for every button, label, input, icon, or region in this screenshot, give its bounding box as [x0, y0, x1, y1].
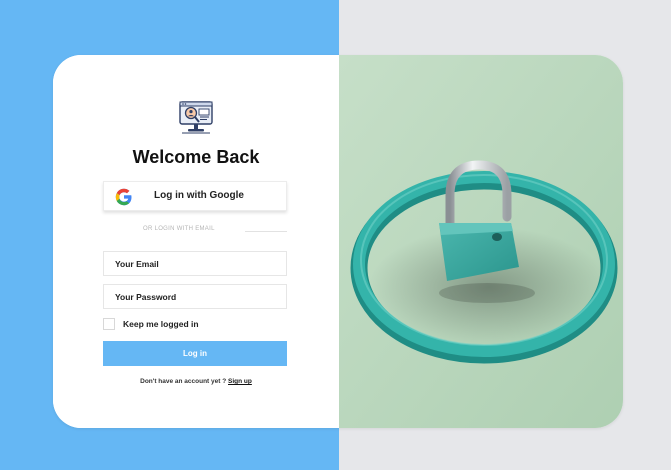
password-input[interactable] [103, 284, 287, 309]
remember-me[interactable]: Keep me logged in [103, 317, 287, 333]
login-card: Welcome Back Log in with Google OR LOGIN… [53, 55, 623, 428]
remember-me-checkbox[interactable] [103, 318, 115, 330]
remember-me-label: Keep me logged in [123, 319, 199, 329]
divider-text: OR LOGIN WITH EMAIL [143, 226, 215, 232]
login-button[interactable]: Log in [103, 341, 287, 366]
google-g-icon [114, 187, 134, 207]
monitor-search-icon [177, 100, 215, 136]
signup-prompt-line: Don't have an account yet ? Sign up [53, 378, 339, 385]
signup-prompt: Don't have an account yet ? [140, 378, 229, 385]
email-login-divider: OR LOGIN WITH EMAIL [103, 226, 287, 238]
google-login-label: Log in with Google [154, 190, 244, 201]
divider-line [245, 231, 287, 232]
google-login-button[interactable]: Log in with Google [103, 181, 287, 211]
signup-link[interactable]: Sign up [228, 378, 252, 385]
page-title: Welcome Back [132, 147, 260, 167]
email-input[interactable] [103, 251, 287, 276]
login-form-panel: Welcome Back Log in with Google OR LOGIN… [53, 55, 339, 428]
padlock-ring-image [339, 55, 623, 428]
